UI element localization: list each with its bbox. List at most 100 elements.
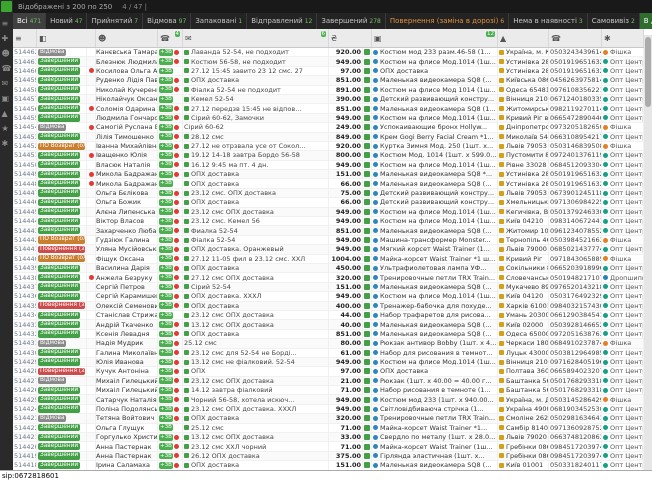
- callback-badge[interactable]: +ЗВ: [159, 331, 173, 338]
- settings-icon[interactable]: ✱: [2, 136, 12, 151]
- table-row[interactable]: 514428Повернення (з.Кучук Антоніна+ЗВОПХ…: [13, 367, 644, 376]
- table-row[interactable]: 514461ЗавершенийБлезнюк Людмила+ЗВКостюм…: [13, 57, 644, 66]
- tab-return-transit[interactable]: Повернення (заміна в дорозі)6: [386, 13, 509, 29]
- callback-badge[interactable]: +ЗВ: [159, 161, 173, 168]
- tab-refused[interactable]: Відмова97: [143, 13, 191, 29]
- callback-badge[interactable]: +ЗВ: [159, 377, 173, 384]
- table-row[interactable]: 514434ЗавершенийСтаніслав Стрижак+ЗВ23.1…: [13, 311, 644, 320]
- add-order-icon[interactable]: ✚: [2, 31, 12, 46]
- callback-badge[interactable]: +ЗВ: [159, 190, 173, 197]
- tab-in-transit[interactable]: В дорозі21: [640, 13, 652, 29]
- app-logo[interactable]: [1, 1, 12, 12]
- table-row[interactable]: 514427ВідмоваМихаіл Гилецький+ЗВ23.12 см…: [13, 377, 644, 386]
- callback-badge[interactable]: +ЗВ: [159, 218, 173, 225]
- tab-all[interactable]: Всі471: [13, 13, 46, 29]
- callback-badge[interactable]: +ЗВ: [159, 387, 173, 394]
- callback-badge[interactable]: +ЗВ: [159, 424, 173, 431]
- table-row[interactable]: 514445ЗавершенийАлєна Липенська+ЗВ23.12 …: [13, 208, 644, 217]
- header-src-column[interactable]: ✱: [602, 29, 644, 47]
- callback-badge[interactable]: +ЗВ: [159, 180, 173, 187]
- table-row[interactable]: 514421ЗавершенийГоргулько Христина+ЗВ13.…: [13, 433, 644, 442]
- tab-completed[interactable]: Завершений278: [317, 13, 386, 29]
- callback-badge[interactable]: +ЗВ: [159, 265, 173, 272]
- callback-badge[interactable]: +ЗВ: [159, 77, 173, 84]
- table-row[interactable]: 514441Повернення (з.Уляна Мусійовська+ЗВ…: [13, 245, 644, 254]
- callback-badge[interactable]: +ЗВ: [159, 453, 173, 460]
- table-row[interactable]: 514436ЗавершенийСергій Карамишев+ЗВОПХ д…: [13, 292, 644, 301]
- callback-badge[interactable]: +ЗВ: [159, 462, 173, 469]
- header-price-column[interactable]: ₴: [329, 29, 372, 47]
- header-status-column[interactable]: ◧: [37, 29, 96, 47]
- callback-badge[interactable]: +ЗВ: [159, 227, 173, 234]
- callback-badge[interactable]: +ЗВ: [159, 199, 173, 206]
- table-row[interactable]: 514419ЗавершенийАнна Пастернак+ЗВ26.12 О…: [13, 452, 644, 461]
- table-row[interactable]: 514432ЗавершенийКсенія Левадня+ЗВОПХ дос…: [13, 330, 644, 339]
- callback-badge[interactable]: +ЗВ: [159, 434, 173, 441]
- table-row[interactable]: 514430ЗавершенийГалина Миколаївна+ЗВ23.1…: [13, 349, 644, 358]
- vertical-scrollbar[interactable]: [644, 35, 652, 470]
- callback-badge[interactable]: +ЗВ: [159, 105, 173, 112]
- table-row[interactable]: 514457ЗавершенийНіколайчук Оксана+ЗВКеме…: [13, 95, 644, 104]
- callback-badge[interactable]: +ЗВ: [159, 133, 173, 140]
- table-row[interactable]: 514459ЗавершенийРуденко Лідія Пав+ЗВОПХ …: [13, 76, 644, 85]
- header-reg-column[interactable]: ▲: [498, 29, 549, 47]
- table-row[interactable]: 514425ЗавершенийСатарчук Наталія Гр+ЗВЧо…: [13, 395, 644, 404]
- callback-badge[interactable]: +ЗВ: [159, 340, 173, 347]
- orders-icon[interactable]: ▣: [2, 91, 12, 106]
- callback-badge[interactable]: +ЗВ: [159, 49, 173, 56]
- callback-badge[interactable]: +ЗВ: [159, 58, 173, 65]
- tab-accepted[interactable]: Прийнятий7: [87, 13, 143, 29]
- callback-badge[interactable]: +ЗВ: [159, 208, 173, 215]
- tab-out-of-stock[interactable]: Нема в наявності3: [509, 13, 587, 29]
- callback-badge[interactable]: +ЗВ: [159, 293, 173, 300]
- callback-badge[interactable]: +ЗВ: [159, 443, 173, 450]
- table-row[interactable]: 514431ВідмоваНадія Мудрик+ЗВ25.12 смс80.…: [13, 339, 644, 348]
- callback-badge[interactable]: +ЗВ: [159, 312, 173, 319]
- table-row[interactable]: 514449ЗавершенийМикола Бадражан+ЗВОПХ до…: [13, 170, 644, 179]
- callback-badge[interactable]: +ЗВ: [159, 415, 173, 422]
- table-row[interactable]: 514440ПО Возврат (ожФіщук Оксана+ЗВ27.12…: [13, 255, 644, 264]
- callback-badge[interactable]: +ЗВ: [159, 246, 173, 253]
- callback-badge[interactable]: +ЗВ: [159, 143, 173, 150]
- table-row[interactable]: 514446ЗавершенийОльга Божик+ЗВОПХ достав…: [13, 198, 644, 207]
- callback-badge[interactable]: +ЗВ: [159, 302, 173, 309]
- table-row[interactable]: 514438ЗавершенийАнжела Безруку+ЗВ27.12 с…: [13, 273, 644, 282]
- callback-badge[interactable]: +ЗВ: [159, 68, 173, 75]
- table-row[interactable]: 514439ЗавершенийВасилина Дарія+ЗВОПХ дос…: [13, 264, 644, 273]
- stats-icon[interactable]: ▲: [2, 106, 12, 121]
- table-row[interactable]: 514444ЗавершенийВіктор Власов+ЗВ23.12 см…: [13, 217, 644, 226]
- header-phone-column[interactable]: ☎: [549, 29, 602, 47]
- callback-badge[interactable]: +ЗВ: [159, 171, 173, 178]
- callback-badge[interactable]: +ЗВ: [159, 96, 173, 103]
- table-row[interactable]: 514422ЗавершенийОльга Глущук+ЗВ25.12 смс…: [13, 424, 644, 433]
- callback-badge[interactable]: +ЗВ: [159, 124, 173, 131]
- callback-badge[interactable]: +ЗВ: [159, 115, 173, 122]
- star-icon[interactable]: ★: [2, 121, 12, 136]
- header-note-column[interactable]: ✉6: [183, 29, 329, 47]
- callback-badge[interactable]: +ЗВ: [159, 396, 173, 403]
- callback-badge[interactable]: +ЗВ: [159, 359, 173, 366]
- tab-shipped[interactable]: Відправлений12: [247, 13, 317, 29]
- header-prod-column[interactable]: ▣12: [372, 29, 498, 47]
- header-name-column[interactable]: ☻: [96, 29, 158, 47]
- table-row[interactable]: 514447ЗавершенийОльга Бєлікова+ЗВ23.12 с…: [13, 189, 644, 198]
- table-row[interactable]: 514433ЗавершенийАндрій Ткаченко+ЗВ13.12 …: [13, 320, 644, 329]
- menu-icon[interactable]: ≡: [2, 16, 12, 31]
- callback-badge[interactable]: +ЗВ: [159, 152, 173, 159]
- callback-badge[interactable]: +ЗВ: [159, 86, 173, 93]
- tab-pickup[interactable]: Самовивіз2: [588, 13, 640, 29]
- tab-new[interactable]: Новий47: [46, 13, 87, 29]
- table-row[interactable]: 514437ЗавершенийСергій Петров+ЗВСірий 52…: [13, 283, 644, 292]
- table-row[interactable]: 514462ВідмоваКанєвська Тамара+ЗВЛаванда …: [13, 48, 644, 57]
- table-row[interactable]: 514423ВідмоваТетяна Войтович+ЗВОПХ доста…: [13, 414, 644, 423]
- table-row[interactable]: 514424ЗавершенийПоліна Подолянська+ЗВ23.…: [13, 405, 644, 414]
- tab-packed[interactable]: Запаковані1: [191, 13, 247, 29]
- table-row[interactable]: 514442ПО Возврат (ожГудзіюк Галина+ЗВФіа…: [13, 236, 644, 245]
- table-row[interactable]: 514448ЗавершенийМикола Бадражан+ЗВОПХ до…: [13, 179, 644, 188]
- contacts-icon[interactable]: ☻: [2, 46, 12, 61]
- mail-icon[interactable]: ✉: [2, 76, 12, 91]
- table-row[interactable]: 514426ЗавершенийМихаіл Гилецький+ЗВ14.12…: [13, 386, 644, 395]
- table-row[interactable]: 514443ЗавершенийЗахарченко Люба+ЗВФиалка…: [13, 226, 644, 235]
- table-row[interactable]: 514455ЗавершенийЛюдмила Гончарова+ЗВСіри…: [13, 114, 644, 123]
- table-row[interactable]: 514451ЗавершенийІващенко Юлія+ЗВ19.12 14…: [13, 151, 644, 160]
